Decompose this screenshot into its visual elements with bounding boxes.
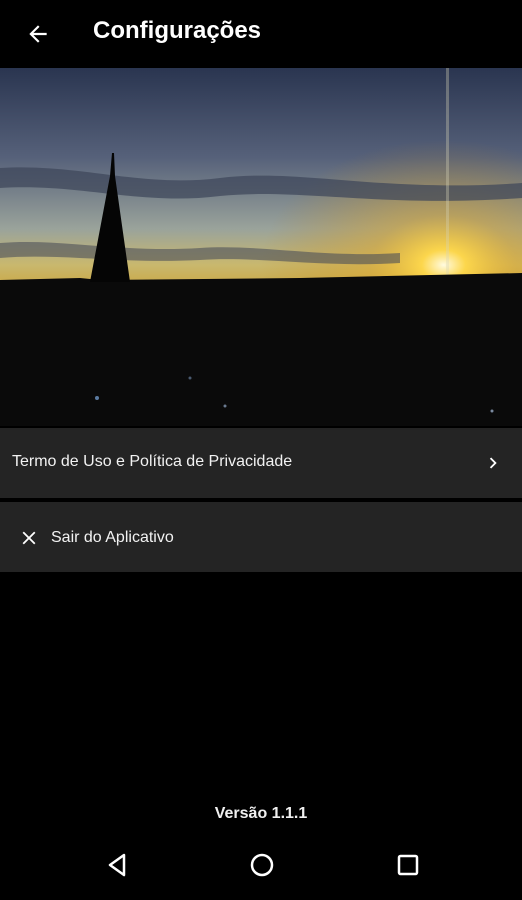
page-title: Configurações — [93, 17, 262, 44]
app-bar: Configurações — [0, 0, 522, 68]
close-icon — [22, 531, 36, 545]
back-button[interactable] — [18, 14, 58, 54]
nav-back-icon[interactable] — [102, 850, 132, 880]
nav-recents-icon[interactable] — [393, 850, 423, 880]
exit-app-item[interactable]: Sair do Aplicativo — [0, 502, 522, 572]
terms-privacy-label: Termo de Uso e Política de Privacidade — [12, 453, 293, 470]
header-image — [0, 68, 522, 426]
version-text: Versão 1.1.1 — [214, 805, 308, 822]
arrow-left-icon — [29, 25, 47, 43]
exit-app-label: Sair do Aplicativo — [51, 529, 174, 546]
nav-home-icon[interactable] — [247, 850, 277, 880]
terms-privacy-item[interactable]: Termo de Uso e Política de Privacidade — [0, 428, 522, 498]
system-nav-bar — [0, 834, 522, 894]
chevron-right-icon — [489, 457, 497, 469]
